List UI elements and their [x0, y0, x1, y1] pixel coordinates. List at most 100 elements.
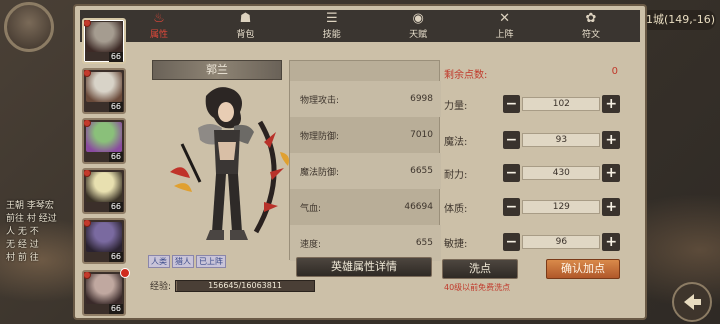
stat-row: 气血: 46694 — [290, 189, 441, 225]
stat-label: 气血: — [300, 203, 322, 214]
tab-backpack[interactable]: ☗ 背包 — [216, 10, 274, 42]
experience-bar: 156645/16063811 — [175, 279, 316, 292]
hero-level: 66 — [108, 102, 123, 112]
alloc-value: 93 — [522, 133, 601, 147]
stat-row: 物理攻击: 6998 — [290, 81, 441, 117]
alloc-label: 魔法: — [444, 136, 468, 148]
player-avatar[interactable] — [4, 2, 54, 52]
hero-portrait — [86, 22, 122, 52]
plus-button[interactable]: + — [602, 233, 621, 251]
notification-dot — [120, 268, 130, 278]
rank-mark-icon — [84, 170, 91, 177]
book-icon: ☰ — [325, 11, 338, 26]
hero-level: 66 — [108, 52, 123, 62]
alloc-row-magic: 魔法: − 93 + — [444, 130, 621, 150]
hero-card[interactable]: 66 — [82, 68, 126, 114]
remaining-points-value: 0 — [611, 66, 618, 77]
minus-button[interactable]: − — [502, 233, 521, 251]
chat-line: 王朝 李琴宏 — [6, 201, 54, 211]
class-tag: 猎人 — [172, 255, 194, 268]
plus-button[interactable]: + — [602, 131, 621, 149]
hero-portrait — [86, 274, 122, 304]
hero-level: 66 — [108, 304, 123, 314]
alloc-label: 耐力: — [444, 169, 468, 181]
plus-button[interactable]: + — [602, 95, 621, 113]
stat-label: 速度: — [300, 239, 322, 250]
hero-level: 66 — [108, 252, 123, 262]
hunter-character-icon — [170, 87, 289, 240]
rank-mark-icon — [84, 272, 91, 279]
flame-icon: ♨ — [153, 11, 165, 26]
backpack-icon: ☗ — [239, 11, 252, 26]
chat-line: 人 无 不 — [6, 227, 39, 237]
chat-log: 王朝 李琴宏 前往 村 经过 人 无 不 无 经 过 村 前 往 — [6, 200, 76, 265]
experience-row: 经验: 156645/16063811 — [150, 279, 316, 292]
alloc-label: 敏捷: — [444, 238, 468, 250]
back-arrow-button[interactable] — [672, 282, 712, 322]
minus-button[interactable]: − — [502, 164, 521, 182]
stat-value: 6998 — [410, 94, 433, 104]
hero-card[interactable]: 66 — [82, 218, 126, 264]
stats-table: 物理攻击: 6998 物理防御: 7010 魔法防御: 6655 气血: 466… — [289, 60, 441, 261]
map-coordinates: 1城(149,-16) — [640, 10, 716, 30]
stat-label: 物理攻击: — [300, 95, 340, 106]
minus-button[interactable]: − — [502, 95, 521, 113]
tab-rune[interactable]: ✿ 符文 — [562, 10, 620, 42]
hero-tags: 人类 猎人 已上阵 — [148, 255, 226, 268]
tab-talent[interactable]: ◉ 天赋 — [389, 10, 447, 42]
hero-card[interactable]: 66 — [82, 270, 126, 316]
hero-portrait — [86, 172, 122, 202]
tab-label: 属性 — [149, 30, 168, 40]
alloc-label: 体质: — [444, 203, 468, 215]
chat-line: 村 前 往 — [6, 253, 39, 263]
rank-mark-icon — [84, 70, 91, 77]
hero-portrait — [86, 122, 122, 152]
stat-value: 655 — [415, 238, 433, 248]
stat-row: 魔法防御: 6655 — [290, 153, 441, 189]
tab-deploy[interactable]: ✕ 上阵 — [476, 10, 534, 42]
chat-line: 无 经 过 — [6, 240, 39, 250]
tab-skills[interactable]: ☰ 技能 — [303, 10, 361, 42]
rune-icon: ✿ — [585, 11, 597, 26]
hero-level: 66 — [108, 152, 123, 162]
stat-row: 物理防御: 7010 — [290, 117, 441, 153]
reset-points-button[interactable]: 洗点 — [442, 259, 518, 279]
hero-card[interactable]: 66 — [82, 168, 126, 214]
hero-card[interactable]: 66 — [82, 18, 126, 64]
alloc-value: 430 — [522, 166, 601, 180]
rank-mark-icon — [84, 220, 91, 227]
deployed-tag: 已上阵 — [196, 255, 226, 268]
plus-button[interactable]: + — [602, 198, 621, 216]
hero-card[interactable]: 66 — [82, 118, 126, 164]
alloc-row-stamina: 耐力: − 430 + — [444, 163, 621, 183]
alloc-row-strength: 力量: − 102 + — [444, 94, 621, 114]
race-tag: 人类 — [148, 255, 170, 268]
hero-roster: 66 66 66 66 66 66 — [82, 18, 130, 318]
stat-value: 7010 — [410, 130, 433, 140]
hero-portrait — [86, 72, 122, 102]
back-arrow-icon — [684, 294, 701, 310]
rank-mark-icon — [84, 20, 91, 27]
confirm-allocation-button[interactable]: 确认加点 — [546, 259, 620, 279]
stat-label: 物理防御: — [300, 131, 340, 142]
alloc-label: 力量: — [444, 100, 468, 112]
stat-row: 速度: 655 — [290, 225, 441, 261]
tab-label: 上阵 — [495, 30, 514, 40]
hero-figure — [160, 82, 296, 250]
hero-name: 郭兰 — [206, 63, 228, 76]
hero-portrait — [86, 222, 122, 252]
plus-button[interactable]: + — [602, 164, 621, 182]
alloc-value: 129 — [522, 200, 601, 214]
stat-label: 魔法防御: — [300, 167, 340, 178]
tab-label: 技能 — [322, 30, 341, 40]
hero-details-button[interactable]: 英雄属性详情 — [296, 257, 432, 277]
alloc-row-agility: 敏捷: − 96 + — [444, 232, 621, 252]
tab-attributes[interactable]: ♨ 属性 — [130, 10, 188, 42]
minus-button[interactable]: − — [502, 198, 521, 216]
chat-line: 前往 村 经过 — [6, 214, 57, 224]
remaining-points-label: 剩余点数: — [444, 70, 488, 81]
minus-button[interactable]: − — [502, 131, 521, 149]
hero-level: 66 — [108, 202, 123, 212]
alloc-row-constitution: 体质: − 129 + — [444, 197, 621, 217]
tab-label: 符文 — [581, 30, 600, 40]
